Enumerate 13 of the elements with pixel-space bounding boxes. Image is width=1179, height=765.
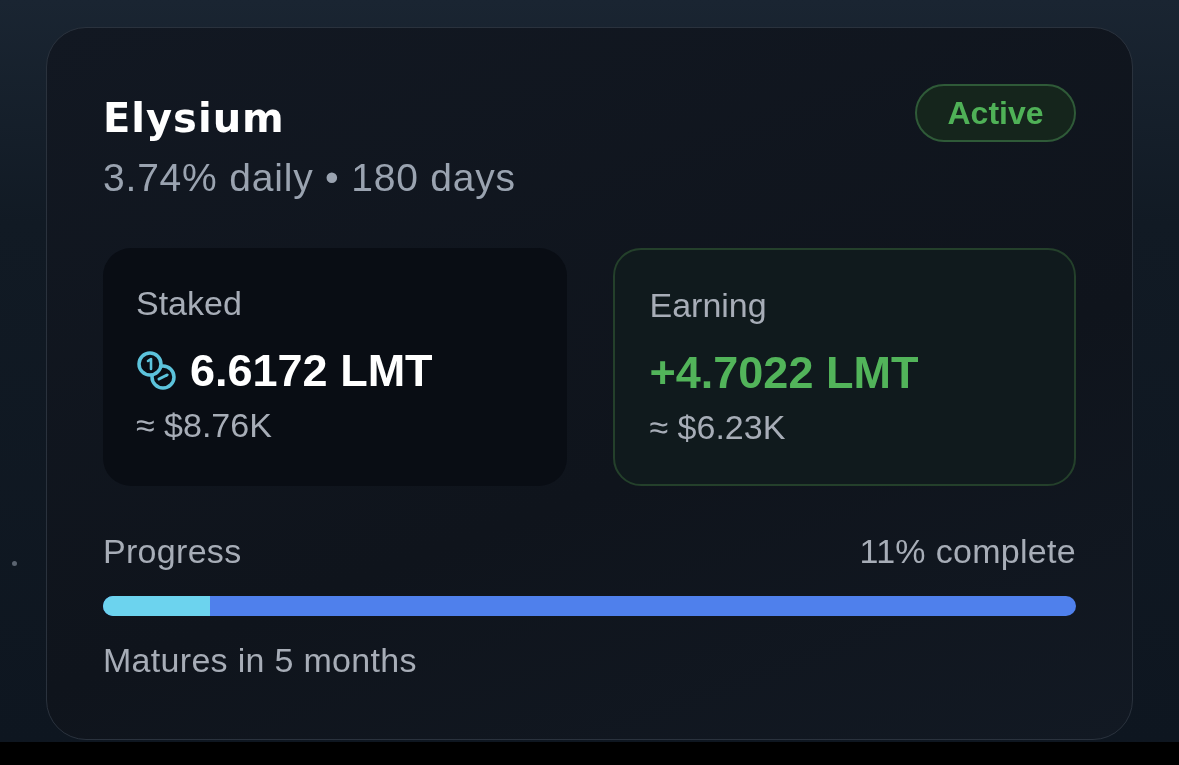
plan-subtitle: 3.74% daily • 180 days (103, 158, 516, 198)
stat-fiat-value: ≈ $8.76K (136, 407, 272, 443)
stat-amount: 6.6172 LMT (190, 346, 433, 396)
stat-label: Earning (649, 286, 767, 324)
maturity-note: Matures in 5 months (103, 640, 417, 680)
stat-amount: +4.7022 LMT (649, 348, 919, 398)
progress-label: Progress (103, 531, 242, 571)
progress-reading: 11% complete (859, 531, 1076, 571)
coins-icon (136, 351, 178, 391)
stat-fiat-value: ≈ $6.23K (649, 409, 786, 445)
plan-title: Elysium (103, 96, 285, 140)
status-badge: Active (915, 84, 1076, 142)
stat-label: Staked (136, 284, 242, 322)
